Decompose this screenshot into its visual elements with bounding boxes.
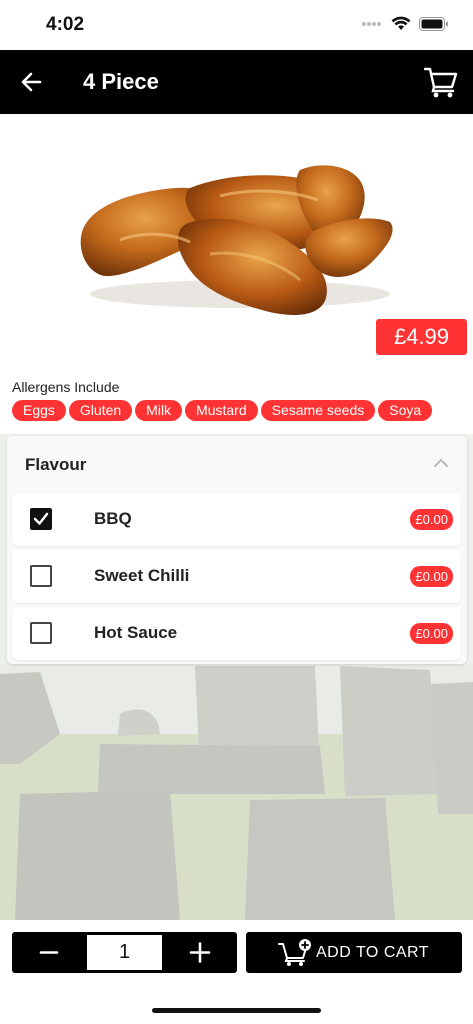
minus-icon — [39, 951, 59, 954]
cart-add-icon — [278, 939, 311, 966]
wifi-icon — [391, 16, 411, 30]
allergen-tag: Milk — [135, 400, 183, 421]
option-label: Hot Sauce — [94, 623, 178, 642]
nav-bar: 4 Piece — [0, 50, 473, 114]
home-indicator — [152, 1008, 321, 1013]
checkmark-icon — [33, 512, 49, 525]
allergen-tag: Mustard — [185, 400, 258, 421]
option-row-hot-sauce[interactable]: Hot Sauce £0.00 — [12, 607, 461, 660]
add-to-cart-label: ADD TO CART — [316, 944, 430, 961]
allergen-tag: Soya — [378, 400, 433, 421]
option-checkbox[interactable] — [30, 622, 52, 644]
option-checkbox[interactable] — [30, 565, 52, 587]
page-title: 4 Piece — [83, 69, 159, 94]
status-icons — [361, 16, 449, 31]
arrow-left-icon — [21, 72, 42, 92]
increase-button[interactable] — [163, 932, 237, 973]
signal-dots-icon — [362, 21, 381, 26]
options-title: Flavour — [25, 455, 87, 474]
cart-icon — [423, 67, 458, 98]
option-label: Sweet Chilli — [94, 566, 190, 585]
option-price: £0.00 — [410, 623, 453, 644]
decrease-button[interactable] — [12, 932, 86, 973]
add-to-cart-button[interactable]: ADD TO CART — [246, 932, 462, 973]
chevron-up-icon — [434, 458, 448, 467]
allergen-tags: Eggs Gluten Milk Mustard Sesame seeds So… — [12, 400, 433, 421]
bottom-bar: 1 ADD TO CART — [0, 920, 473, 1024]
status-bar: 4:02 — [0, 0, 473, 50]
allergens-title: Allergens Include — [12, 379, 120, 395]
flavour-options-panel: Flavour BBQ £0.00 Sweet Chilli £0.00 Hot… — [7, 436, 467, 664]
cart-button[interactable] — [423, 65, 459, 99]
allergen-tag: Sesame seeds — [260, 400, 376, 421]
allergen-tag: Eggs — [12, 400, 66, 421]
option-label: BBQ — [94, 509, 132, 528]
option-price: £0.00 — [410, 509, 453, 530]
allergen-tag: Gluten — [68, 400, 133, 421]
price-badge: £4.99 — [376, 319, 467, 355]
status-time: 4:02 — [46, 14, 85, 35]
option-price: £0.00 — [410, 566, 453, 587]
battery-icon — [419, 16, 448, 31]
back-button[interactable] — [18, 68, 46, 96]
option-checkbox[interactable] — [30, 508, 52, 530]
option-row-bbq[interactable]: BBQ £0.00 — [12, 493, 461, 546]
option-row-sweet-chilli[interactable]: Sweet Chilli £0.00 — [12, 550, 461, 603]
options-header[interactable]: Flavour — [7, 436, 467, 490]
quantity-stepper: 1 — [12, 932, 237, 973]
plus-icon — [189, 942, 211, 963]
collapse-button[interactable] — [433, 456, 449, 468]
quantity-value[interactable]: 1 — [87, 935, 162, 970]
